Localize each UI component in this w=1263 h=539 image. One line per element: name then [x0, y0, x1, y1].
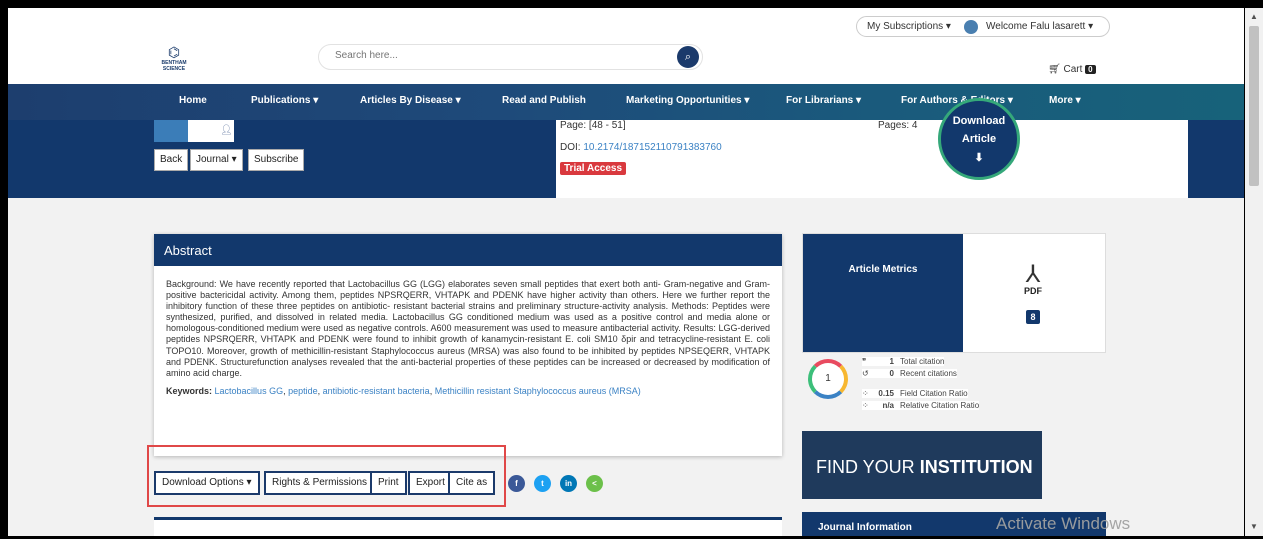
journal-cover: 👤︎ — [154, 120, 234, 142]
cite-as-button[interactable]: Cite as — [448, 471, 496, 495]
twitter-icon[interactable]: t — [534, 475, 551, 492]
search-bar: ⌕ — [318, 44, 703, 70]
abstract-text: Background: We have recently reported th… — [166, 279, 770, 378]
page-range: Page: [48 - 51] — [560, 120, 626, 131]
page-count: Pages: 4 — [878, 120, 918, 131]
keyword-link[interactable]: Lactobacillus GG — [215, 386, 284, 396]
top-bar: My Subscriptions ▾ Welcome Falu lasarett… — [8, 8, 1244, 38]
logo-wordmark: BENTHAM SCIENCE — [161, 60, 187, 72]
trial-access-badge: Trial Access — [560, 162, 627, 175]
article-info: Page: [48 - 51] DOI: 10.2174/18715211079… — [556, 120, 1188, 198]
keywords: Keywords: Lactobacillus GG, peptide, ant… — [166, 385, 641, 396]
next-section-card — [154, 517, 782, 536]
nav-for-librarians[interactable]: For Librarians ▾ — [786, 95, 861, 106]
download-options-dropdown[interactable]: Download Options ▾ — [154, 471, 260, 495]
main-nav: Home Publications ▾ Articles By Disease … — [8, 84, 1244, 120]
article-label: Article — [961, 133, 997, 145]
pdf-label: PDF — [1024, 286, 1042, 296]
search-input[interactable] — [335, 50, 635, 61]
scroll-up-icon[interactable]: ▲ — [1249, 12, 1259, 22]
article-hero: 👤︎ Back Journal ▾ Subscribe Page: [48 - … — [8, 120, 1244, 198]
history-icon: ↺ — [862, 369, 869, 378]
windows-activation-watermark: Activate Windows — [996, 514, 1131, 533]
dimensions-citations[interactable]: 1 ❞ 1 Total citation ↺ 0 Recent citations ⁘ 0… — [806, 353, 1016, 419]
cart-count-badge: 0 — [1085, 65, 1096, 74]
share-icon[interactable]: < — [586, 475, 603, 492]
field-ratio-icon: ⁘ — [862, 389, 869, 398]
article-metrics-title: Article Metrics — [803, 234, 963, 352]
export-button[interactable]: Export — [408, 471, 453, 495]
citation-row: ⁘ 0.15 Field Citation Ratio — [862, 389, 968, 398]
keyword-link[interactable]: Methicillin resistant Staphylococcus aur… — [435, 386, 641, 396]
cart-icon: 🛒︎ — [1048, 64, 1061, 75]
find-bold: INSTITUTION — [919, 457, 1033, 477]
download-icon: ⬇︎ — [974, 152, 984, 164]
find-your-institution-banner[interactable]: FIND YOUR INSTITUTION — [802, 431, 1042, 499]
my-subscriptions-dropdown[interactable]: My Subscriptions ▾ — [856, 16, 962, 37]
doi-line: DOI: 10.2174/187152110791383760 — [560, 142, 722, 153]
site-header: ⌬ BENTHAM SCIENCE ⌕ 🛒︎ Cart 0 — [8, 38, 1244, 84]
pdf-downloads[interactable]: ⅄ PDF 8 — [1003, 261, 1063, 324]
page-scrollbar[interactable]: ▲ ▼ — [1245, 8, 1263, 536]
download-label: Download — [952, 115, 1006, 127]
scrollbar-thumb[interactable] — [1249, 26, 1259, 186]
keywords-label: Keywords: — [166, 385, 213, 396]
pdf-count-badge: 8 — [1026, 310, 1040, 324]
citation-row: ↺ 0 Recent citations — [862, 369, 957, 378]
keyword-link[interactable]: antibiotic-resistant bacteria — [323, 386, 430, 396]
relative-ratio-icon: ⁘ — [862, 401, 869, 410]
doi-link[interactable]: 10.2174/187152110791383760 — [583, 142, 721, 153]
nav-read-and-publish[interactable]: Read and Publish — [502, 95, 586, 106]
article-metrics-card: Article Metrics ⅄ PDF 8 — [802, 233, 1106, 353]
nav-home[interactable]: Home — [179, 95, 207, 106]
subscribe-button[interactable]: Subscribe — [248, 149, 305, 171]
pdf-icon: ⅄ — [1025, 261, 1041, 288]
quote-icon: ❞ — [862, 357, 867, 366]
print-button[interactable]: Print — [370, 471, 407, 495]
nav-more[interactable]: More ▾ — [1049, 95, 1081, 106]
journal-dropdown[interactable]: Journal ▾ — [190, 149, 243, 171]
citation-row: ❞ 1 Total citation — [862, 357, 945, 366]
dimensions-badge-icon: 1 — [808, 359, 848, 399]
doi-label: DOI: — [560, 142, 581, 153]
linkedin-icon[interactable]: in — [560, 475, 577, 492]
search-icon[interactable]: ⌕ — [677, 46, 699, 68]
site-logo[interactable]: ⌬ BENTHAM SCIENCE — [154, 44, 194, 78]
abstract-card: Abstract Background: We have recently re… — [154, 234, 782, 456]
download-article-button[interactable]: Download Article ⬇︎ — [938, 98, 1020, 180]
facebook-icon[interactable]: f — [508, 475, 525, 492]
nav-publications[interactable]: Publications ▾ — [251, 95, 318, 106]
nav-marketing-opportunities[interactable]: Marketing Opportunities ▾ — [626, 95, 749, 106]
user-icon: 👤︎ — [220, 125, 233, 136]
abstract-title: Abstract — [154, 234, 782, 266]
citation-row: ⁘ n/a Relative Citation Ratio — [862, 401, 980, 410]
rights-permissions-button[interactable]: Rights & Permissions — [264, 471, 376, 495]
logo-icon: ⌬ — [167, 44, 181, 60]
keyword-link[interactable]: peptide — [288, 386, 318, 396]
browser-viewport: My Subscriptions ▾ Welcome Falu lasarett… — [8, 8, 1244, 536]
nav-articles-by-disease[interactable]: Articles By Disease ▾ — [360, 95, 461, 106]
cart-label: Cart — [1063, 64, 1083, 75]
welcome-label: Welcome Falu lasarett ▾ — [986, 21, 1094, 32]
scroll-down-icon[interactable]: ▼ — [1249, 522, 1259, 532]
cart-link[interactable]: 🛒︎ Cart 0 — [1048, 64, 1096, 75]
avatar — [964, 20, 978, 34]
user-menu[interactable]: Welcome Falu lasarett ▾ — [960, 16, 1110, 37]
find-prefix: FIND YOUR — [816, 457, 920, 477]
back-button[interactable]: Back — [154, 149, 189, 171]
